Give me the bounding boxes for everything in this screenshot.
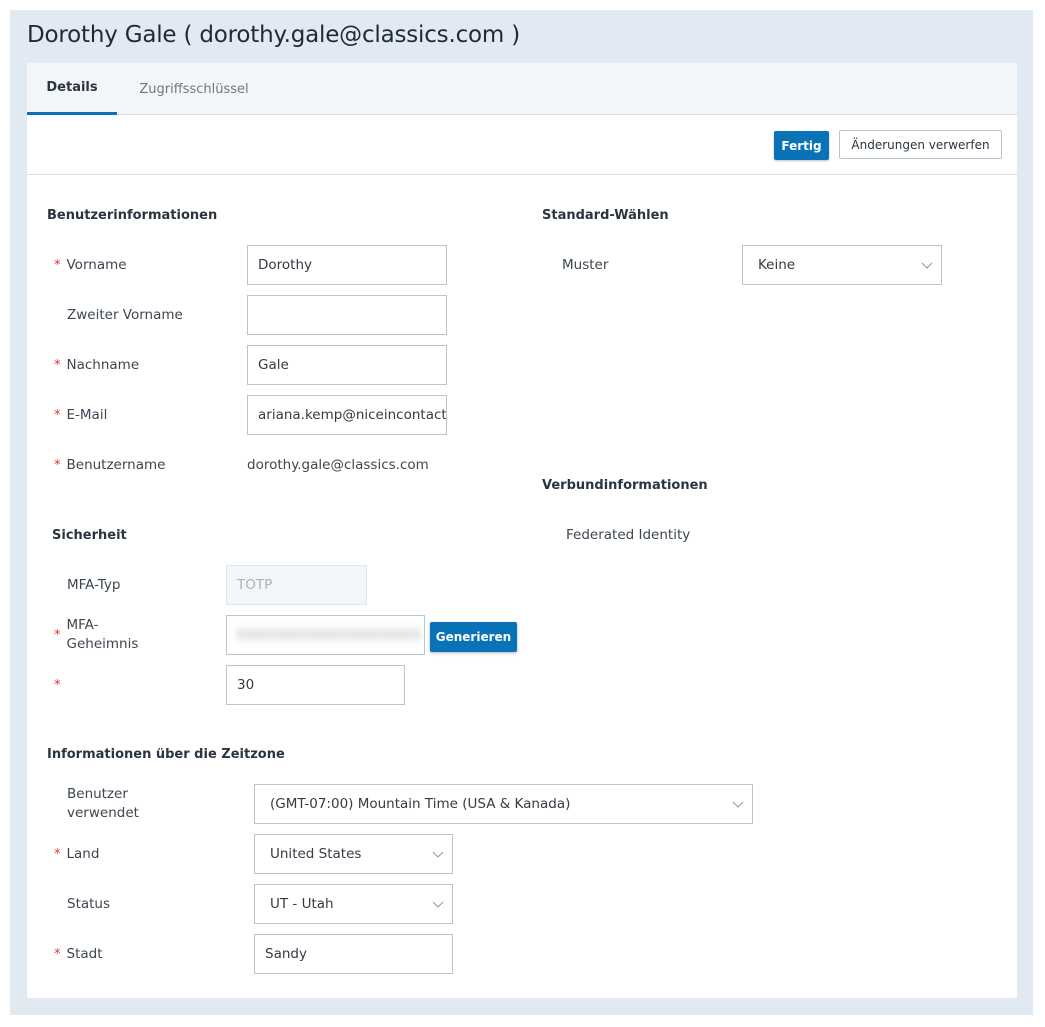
- required-marker: *: [54, 678, 61, 693]
- timezone-section-title: Informationen über die Zeitzone: [47, 747, 285, 762]
- federation-section-title: Verbundinformationen: [542, 478, 708, 493]
- mfa-secret-label: * MFA- Geheimnis: [54, 617, 139, 652]
- country-select-value: United States: [270, 846, 362, 862]
- state-select-value: UT - Utah: [270, 896, 334, 912]
- email-label: * E-Mail: [54, 407, 108, 423]
- country-select[interactable]: United States: [254, 834, 453, 874]
- first-name-label: * Vorname: [54, 257, 127, 273]
- tab-bar: Details Zugriffsschlüssel: [27, 63, 1017, 115]
- chevron-down-icon: [432, 851, 444, 858]
- user-info-section-title: Benutzerinformationen: [47, 208, 218, 223]
- page-frame: Dorothy Gale ( dorothy.gale@classics.com…: [10, 10, 1033, 1015]
- toolbar: Fertig Änderungen verwerfen: [27, 115, 1017, 175]
- city-label: * Stadt: [54, 946, 103, 962]
- tab-details[interactable]: Details: [27, 63, 117, 115]
- first-name-input[interactable]: Dorothy: [247, 245, 447, 285]
- user-uses-label: Benutzer verwendet: [67, 786, 139, 821]
- username-label: * Benutzername: [54, 457, 166, 473]
- state-select[interactable]: UT - Utah: [254, 884, 453, 924]
- mfa-type-label: MFA-Typ: [67, 577, 121, 593]
- middle-name-input[interactable]: [247, 295, 447, 335]
- state-label: Status: [67, 896, 111, 912]
- required-marker: *: [54, 358, 61, 373]
- pattern-label: Muster: [562, 257, 609, 273]
- timezone-select[interactable]: (GMT-07:00) Mountain Time (USA & Kanada): [254, 784, 753, 824]
- country-label: * Land: [54, 846, 100, 862]
- federated-identity-label: Federated Identity: [566, 527, 691, 543]
- timezone-select-value: (GMT-07:00) Mountain Time (USA & Kanada): [270, 796, 571, 812]
- generate-button[interactable]: Generieren: [430, 622, 517, 652]
- chevron-down-icon: [432, 901, 444, 908]
- required-marker: *: [54, 458, 61, 473]
- required-marker: *: [54, 258, 61, 273]
- last-name-label: * Nachname: [54, 357, 140, 373]
- default-dial-section-title: Standard-Wählen: [542, 208, 669, 223]
- required-marker: *: [54, 627, 61, 643]
- email-input[interactable]: ariana.kemp@niceincontact: [247, 395, 447, 435]
- done-button[interactable]: Fertig: [774, 131, 829, 160]
- interval-input[interactable]: 30: [226, 665, 405, 705]
- username-value: dorothy.gale@classics.com: [247, 457, 429, 473]
- required-marker: *: [54, 847, 61, 862]
- chevron-down-icon: [921, 262, 933, 269]
- page-title: Dorothy Gale ( dorothy.gale@classics.com…: [27, 22, 520, 48]
- last-name-input[interactable]: Gale: [247, 345, 447, 385]
- security-section-title: Sicherheit: [52, 528, 127, 543]
- pattern-select-value: Keine: [758, 257, 796, 273]
- mfa-secret-input[interactable]: XXXXXXXXXXXXXXXXXX: [226, 615, 425, 655]
- middle-name-label: Zweiter Vorname: [67, 307, 183, 323]
- chevron-down-icon: [732, 801, 744, 808]
- user-detail-card: Details Zugriffsschlüssel Fertig Änderun…: [27, 63, 1017, 998]
- mfa-secret-value: XXXXXXXXXXXXXXXXXX: [237, 627, 422, 643]
- mfa-type-input: TOTP: [226, 565, 367, 605]
- city-input[interactable]: Sandy: [254, 934, 453, 974]
- tab-access-keys[interactable]: Zugriffsschlüssel: [127, 63, 261, 115]
- pattern-select[interactable]: Keine: [742, 245, 942, 285]
- discard-changes-button[interactable]: Änderungen verwerfen: [839, 130, 1002, 159]
- interval-label: *: [54, 676, 67, 695]
- required-marker: *: [54, 408, 61, 423]
- required-marker: *: [54, 947, 61, 962]
